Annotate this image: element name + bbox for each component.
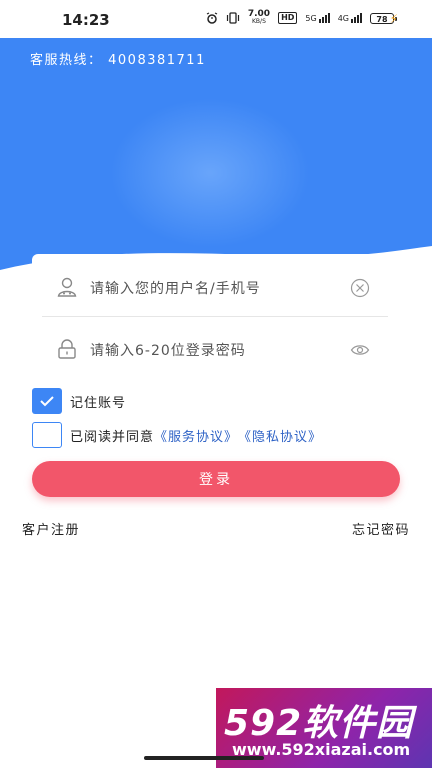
login-button[interactable]: 登录 — [32, 461, 400, 497]
username-field[interactable]: 请输入您的用户名/手机号 — [42, 256, 388, 317]
speed-unit: KB/S — [252, 18, 266, 25]
checkmark-icon — [40, 396, 54, 407]
agreement-row: 已阅读并同意 《服务协议》 《隐私协议》 — [32, 422, 322, 448]
register-link[interactable]: 客户注册 — [22, 519, 80, 538]
username-placeholder: 请输入您的用户名/手机号 — [90, 281, 261, 297]
watermark-title: 592软件园 — [224, 703, 414, 744]
status-time: 14:23 — [62, 11, 110, 29]
eye-icon[interactable] — [350, 340, 370, 360]
agreement-prefix: 已阅读并同意 — [70, 429, 155, 445]
status-bar: 14:23 7.00 KB/S HD 5G 4G 78 ⚡ — [0, 0, 432, 38]
remember-account-row[interactable]: 记住账号 — [32, 388, 126, 414]
status-icons: 7.00 KB/S HD 5G 4G 78 — [206, 10, 397, 26]
remember-checkbox[interactable] — [32, 388, 62, 414]
customer-hotline[interactable]: 客服热线： 4008381711 — [30, 49, 206, 68]
vibrate-icon — [226, 12, 239, 24]
signal-4g-label: 4G — [337, 14, 349, 23]
privacy-agreement-link[interactable]: 《隐私协议》 — [238, 426, 322, 445]
forgot-password-link[interactable]: 忘记密码 — [352, 519, 410, 538]
header-logo-glow — [110, 98, 310, 248]
login-screen: 客服热线： 4008381711 14:23 7.00 KB/S HD 5G 4… — [0, 0, 432, 768]
alarm-icon — [206, 12, 218, 24]
clear-icon[interactable] — [350, 278, 370, 298]
signal-5g-icon: 5G — [305, 13, 330, 23]
service-agreement-link[interactable]: 《服务协议》 — [154, 426, 238, 445]
signal-4g-icon: 4G — [338, 13, 362, 23]
password-placeholder: 请输入6-20位登录密码 — [90, 343, 246, 359]
password-field[interactable]: 请输入6-20位登录密码 — [42, 318, 388, 378]
remember-label: 记住账号 — [70, 395, 127, 411]
home-indicator[interactable] — [144, 756, 264, 760]
network-speed: 7.00 KB/S — [248, 10, 270, 26]
signal-5g-label: 5G — [305, 14, 317, 23]
login-form-card: 请输入您的用户名/手机号 请输入6-20位登录密码 — [32, 254, 400, 374]
user-icon — [57, 277, 77, 297]
agreement-checkbox[interactable] — [32, 422, 62, 448]
speed-value: 7.00 — [247, 9, 271, 19]
hd-badge: HD — [278, 12, 298, 24]
charging-bolt-icon: ⚡ — [389, 12, 398, 26]
lock-icon — [58, 339, 76, 359]
